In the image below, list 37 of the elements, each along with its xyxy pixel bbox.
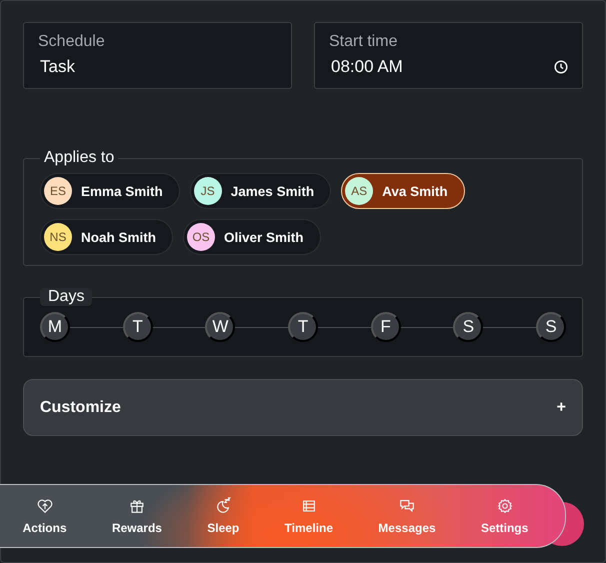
field-value: 08:00 AM	[331, 57, 403, 77]
nav-item[interactable]: Rewards	[108, 493, 166, 539]
avatar: AS	[345, 177, 374, 205]
day-toggle[interactable]: W	[205, 312, 236, 342]
field-label: Schedule	[38, 33, 106, 51]
person-chip[interactable]: ES Emma Smith	[40, 173, 180, 209]
field-value: Task	[39, 57, 76, 77]
section-label: Applies to	[43, 149, 116, 167]
avatar: JS	[194, 177, 222, 205]
person-chip[interactable]: JS James Smith	[190, 173, 332, 209]
schedule-field[interactable]: Schedule Task	[23, 22, 292, 89]
chat-icon	[398, 497, 416, 515]
day-toggle[interactable]: F	[370, 312, 401, 342]
clock-icon[interactable]	[554, 60, 568, 74]
field-label: Start time	[329, 33, 398, 51]
moon-icon	[214, 497, 232, 515]
person-chip[interactable]: OS Oliver Smith	[183, 219, 321, 255]
section-label: Days	[40, 288, 92, 306]
nav-item[interactable]: Sleep	[203, 493, 244, 539]
person-chip[interactable]: AS Ava Smith	[341, 173, 465, 209]
day-toggle[interactable]: S	[536, 312, 566, 342]
avatar: OS	[187, 223, 216, 251]
customize-bar[interactable]: Customize +	[23, 379, 583, 436]
heart-icon	[36, 497, 54, 515]
day-toggle[interactable]: T	[122, 312, 153, 342]
settings-icon	[496, 497, 514, 515]
avatar: ES	[44, 177, 72, 205]
avatar: NS	[44, 223, 72, 251]
day-toggle[interactable]: M	[40, 312, 70, 342]
nav-item[interactable]: Actions	[18, 493, 71, 539]
day-toggle[interactable]: T	[288, 312, 318, 342]
add-icon[interactable]: +	[556, 400, 566, 416]
time-field[interactable]: Start time 08:00 AM	[314, 22, 583, 89]
person-chip[interactable]: NS Noah Smith	[40, 219, 174, 255]
nav-item[interactable]: Settings	[476, 493, 532, 539]
day-toggle[interactable]: S	[453, 312, 484, 342]
customize-label: Customize	[40, 398, 121, 416]
